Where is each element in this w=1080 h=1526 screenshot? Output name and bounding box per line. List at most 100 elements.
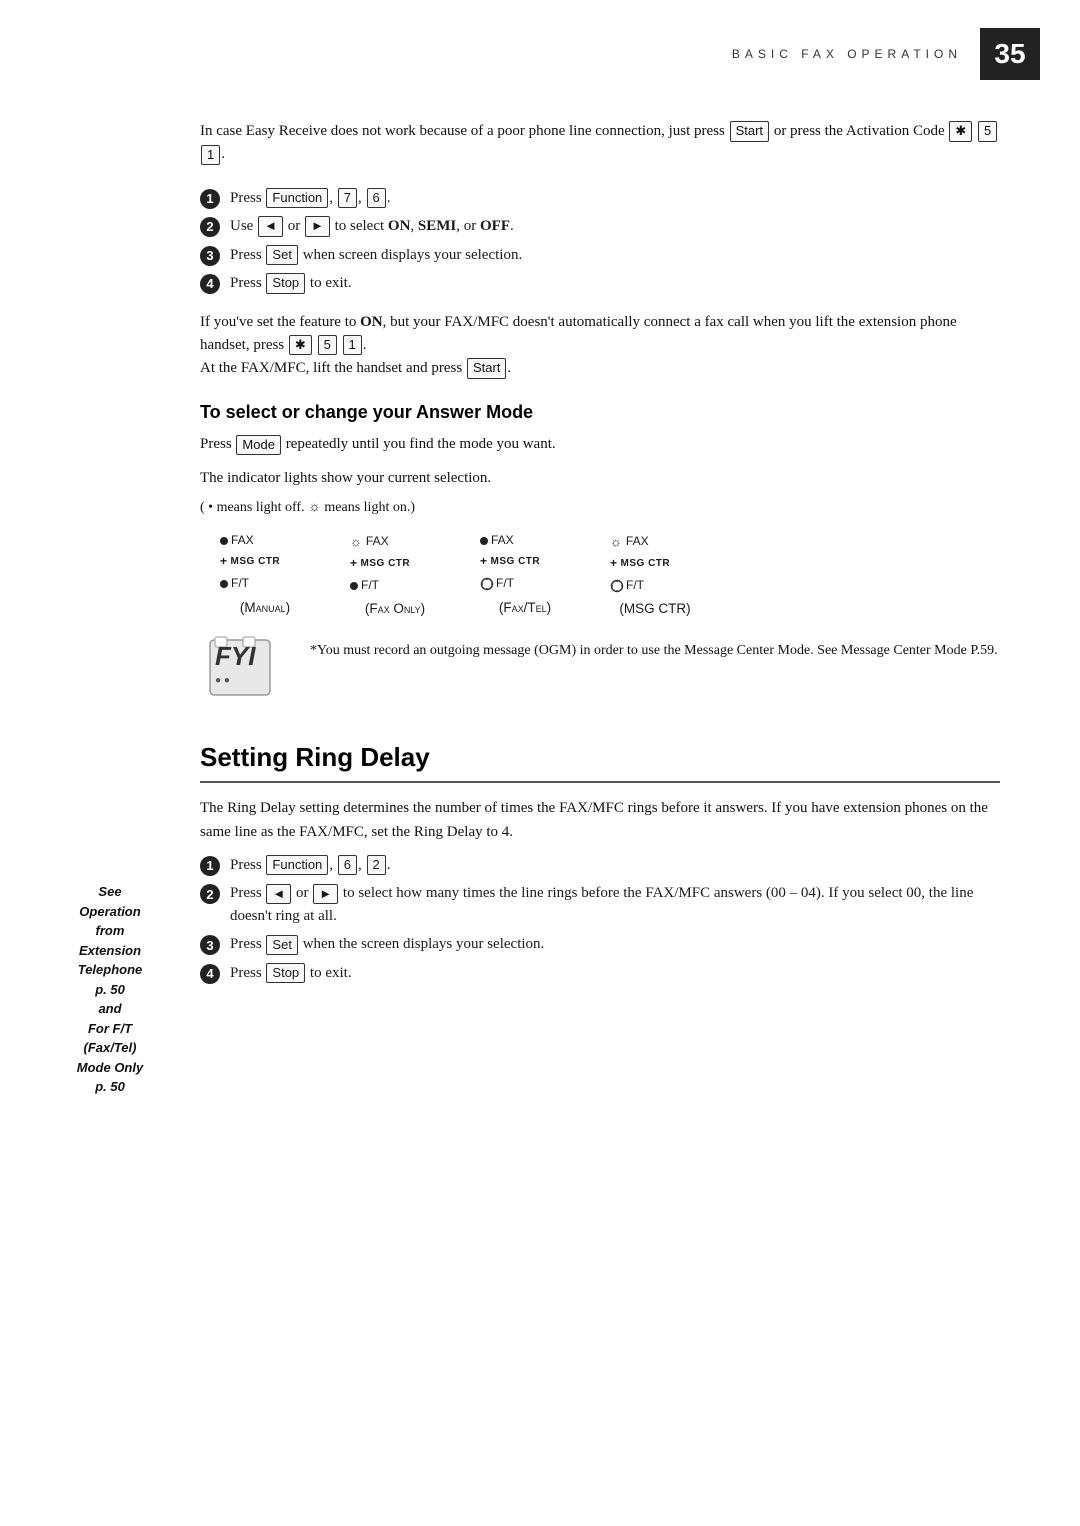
rd-step-2: 2 Press ◄ or ► to select how many times … xyxy=(200,882,1000,927)
faxtel-msg-label: MSG CTR xyxy=(491,553,541,571)
msgctr-ft-ring xyxy=(610,579,624,593)
step-number-1: 1 xyxy=(200,189,220,209)
rd-step-number-4: 4 xyxy=(200,964,220,984)
page-number: 35 xyxy=(980,28,1040,80)
faxonly-fax-sun: ☼ xyxy=(350,530,362,553)
manual-msg-row: + MSG CTR xyxy=(220,551,310,573)
start-key: Start xyxy=(730,121,769,141)
answer-mode-text2: The indicator lights show your current s… xyxy=(200,467,1000,490)
steps-top: 1 Press Function, 7, 6. 2 Use ◄ or ► to … xyxy=(200,187,1000,295)
msgctr-msg-row: + MSG CTR xyxy=(610,553,700,575)
step-4-content: Press Stop to exit. xyxy=(230,272,1000,295)
middle-paragraph: If you've set the feature to ON, but you… xyxy=(200,311,1000,381)
faxtel-ft-row: F/T xyxy=(480,573,570,595)
step-3-content: Press Set when screen displays your sele… xyxy=(230,244,1000,267)
faxtel-fax-label: FAX xyxy=(491,530,514,552)
main-content: In case Easy Receive does not work becau… xyxy=(0,80,1080,1040)
faxonly-ft-label: F/T xyxy=(361,575,379,597)
faxtel-ft-label: F/T xyxy=(496,573,514,595)
ring-delay-text: The Ring Delay setting determines the nu… xyxy=(200,797,1000,844)
faxonly-ft-row: F/T xyxy=(350,575,440,597)
step-number-3: 3 xyxy=(200,246,220,266)
msgctr-msg-arrow: + xyxy=(610,553,618,575)
sidebar-see: SeeOperationfromExtensionTelephonep. 50a… xyxy=(77,884,143,1094)
rd-right-arrow: ► xyxy=(313,884,338,904)
set-key-1: Set xyxy=(266,245,298,265)
manual-msg-arrow: + xyxy=(220,551,228,573)
star-key: ✱ xyxy=(949,121,972,141)
manual-msg-label: MSG CTR xyxy=(231,553,281,571)
rd-key-2: 2 xyxy=(367,855,386,875)
page-header: BASIC FAX OPERATION 35 xyxy=(0,0,1040,80)
fax-only-col: ☼ FAX + MSG CTR F/T xyxy=(350,530,440,597)
right-arrow-key: ► xyxy=(305,216,330,236)
rd-left-arrow: ◄ xyxy=(266,884,291,904)
ring-delay-heading: Setting Ring Delay xyxy=(200,742,1000,773)
faxtel-fax-row: FAX xyxy=(480,530,570,552)
answer-mode-section: To select or change your Answer Mode Pre… xyxy=(200,402,1000,710)
key-1b: 1 xyxy=(343,335,362,355)
mode-indicators: FAX + MSG CTR F/T (Manual) xyxy=(220,530,1000,617)
step-2-content: Use ◄ or ► to select ON, SEMI, or OFF. xyxy=(230,215,1000,238)
msgctr-fax-row: ☼ FAX xyxy=(610,530,700,553)
fax-only-label: (Fax Only) xyxy=(365,601,425,616)
key-5: 5 xyxy=(978,121,997,141)
manual-col: FAX + MSG CTR F/T xyxy=(220,530,310,595)
fax-tel-label: (Fax/Tel) xyxy=(499,600,551,615)
key-5b: 5 xyxy=(318,335,337,355)
manual-label: (Manual) xyxy=(240,600,290,615)
star-key-2: ✱ xyxy=(289,335,312,355)
stop-key-2: Stop xyxy=(266,963,305,983)
fyi-icon: FYI ● ● xyxy=(205,635,295,705)
manual-ft-label: F/T xyxy=(231,573,249,595)
fax-tel-mode: FAX + MSG CTR xyxy=(480,530,570,615)
faxonly-ft-dot xyxy=(350,582,358,590)
sidebar-note: SeeOperationfromExtensionTelephonep. 50a… xyxy=(45,882,175,1097)
rd-key-6: 6 xyxy=(338,855,357,875)
manual-ft-row: F/T xyxy=(220,573,310,595)
svg-text:FYI: FYI xyxy=(215,641,256,671)
rd-step-4: 4 Press Stop to exit. xyxy=(200,962,1000,985)
rd-step-1: 1 Press Function, 6, 2. xyxy=(200,854,1000,877)
msgctr-ft-label: F/T xyxy=(626,575,644,597)
fyi-graphic: FYI ● ● xyxy=(200,630,300,710)
msgctr-msg-label: MSG CTR xyxy=(621,555,671,573)
rd-step-3: 3 Press Set when the screen displays you… xyxy=(200,933,1000,956)
rd-step-1-content: Press Function, 6, 2. xyxy=(230,854,1000,877)
faxonly-msg-label: MSG CTR xyxy=(361,555,411,573)
step-number-4: 4 xyxy=(200,274,220,294)
intro-paragraph: In case Easy Receive does not work becau… xyxy=(200,120,1000,167)
key-7: 7 xyxy=(338,188,357,208)
set-key-2: Set xyxy=(266,935,298,955)
answer-mode-text1: Press Mode repeatedly until you find the… xyxy=(200,433,1000,456)
ring-delay-divider xyxy=(200,781,1000,783)
ring-delay-steps: 1 Press Function, 6, 2. 2 Press ◄ or ► t… xyxy=(200,854,1000,985)
start-key-2: Start xyxy=(467,358,506,378)
ring-delay-section: Setting Ring Delay The Ring Delay settin… xyxy=(200,742,1000,984)
fyi-note: *You must record an outgoing message (OG… xyxy=(310,640,1000,662)
function-key-1: Function xyxy=(266,188,328,208)
answer-mode-heading: To select or change your Answer Mode xyxy=(200,402,1000,423)
ring-icon-2 xyxy=(610,579,624,593)
rd-step-3-content: Press Set when the screen displays your … xyxy=(230,933,1000,956)
manual-mode: FAX + MSG CTR F/T (Manual) xyxy=(220,530,310,615)
msgctr-ft-row: F/T xyxy=(610,575,700,597)
msg-ctr-label-below: (MSG CTR) xyxy=(619,601,690,616)
msg-ctr-mode: ☼ FAX + MSG CTR xyxy=(610,530,700,617)
left-arrow-key: ◄ xyxy=(258,216,283,236)
fax-tel-col: FAX + MSG CTR xyxy=(480,530,570,595)
faxtel-msg-row: + MSG CTR xyxy=(480,551,570,573)
faxonly-msg-row: + MSG CTR xyxy=(350,553,440,575)
header-title: BASIC FAX OPERATION xyxy=(732,47,962,61)
key-1: 1 xyxy=(201,145,220,165)
msgctr-fax-sun: ☼ xyxy=(610,530,622,553)
key-6a: 6 xyxy=(367,188,386,208)
ring-icon xyxy=(480,577,494,591)
msg-ctr-col: ☼ FAX + MSG CTR xyxy=(610,530,700,597)
rd-step-number-1: 1 xyxy=(200,856,220,876)
step-1: 1 Press Function, 7, 6. xyxy=(200,187,1000,210)
faxtel-fax-dot xyxy=(480,537,488,545)
fax-only-mode: ☼ FAX + MSG CTR F/T (Fax Only) xyxy=(350,530,440,617)
page: BASIC FAX OPERATION 35 In case Easy Rece… xyxy=(0,0,1080,1526)
rd-step-number-3: 3 xyxy=(200,935,220,955)
